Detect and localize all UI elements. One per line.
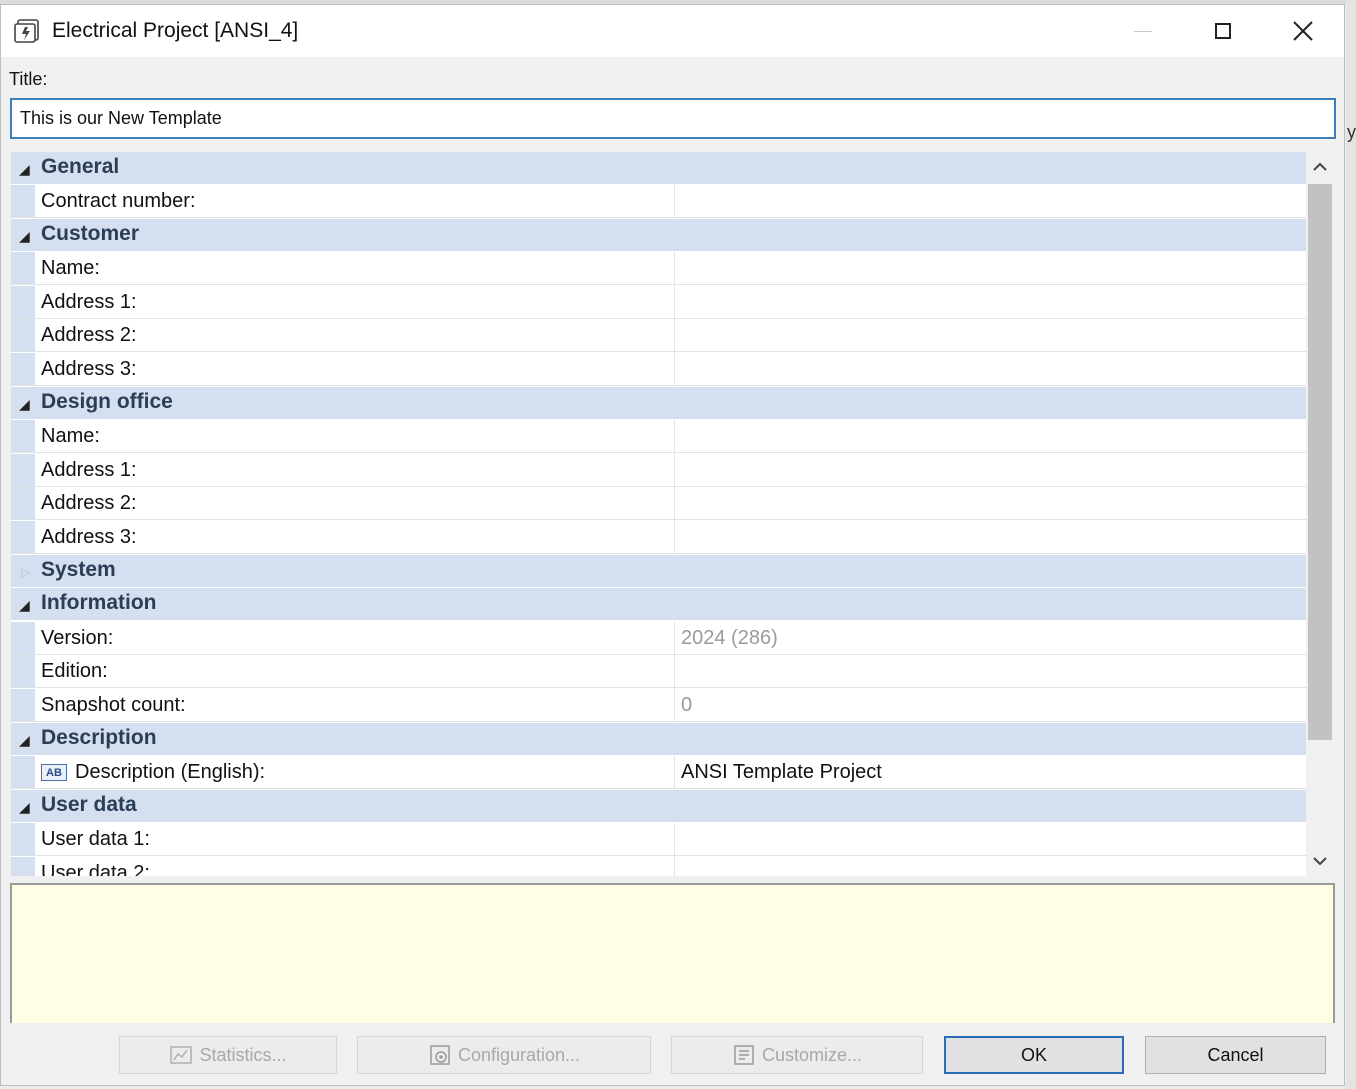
electrical-project-dialog: Electrical Project [ANSI_4] Title: ◢ Gen…	[0, 4, 1345, 1086]
expand-arrow-icon[interactable]: ◢	[19, 161, 30, 178]
property-value: 2024 (286)	[681, 627, 778, 649]
cancel-button[interactable]: Cancel	[1145, 1036, 1326, 1074]
chevron-up-icon	[1313, 162, 1327, 171]
property-name: Description (English):	[75, 761, 266, 783]
scrollbar-thumb[interactable]	[1308, 184, 1332, 740]
property-value[interactable]	[675, 454, 1306, 486]
window-title: Electrical Project [ANSI_4]	[52, 19, 299, 42]
category-general[interactable]: ◢ General	[11, 152, 1306, 185]
property-row-snapshot-count[interactable]: Snapshot count: 0	[11, 689, 1306, 722]
expand-arrow-icon[interactable]: ◢	[19, 396, 30, 413]
property-row-user-data-2[interactable]: User data 2:	[11, 857, 1306, 876]
property-value[interactable]	[675, 185, 1306, 217]
property-name: Address 3:	[41, 353, 675, 385]
category-design-office[interactable]: ◢ Design office	[11, 387, 1306, 420]
property-name: Address 2:	[41, 319, 675, 351]
minimize-icon	[1134, 30, 1152, 32]
property-row-user-data-1[interactable]: User data 1:	[11, 823, 1306, 856]
property-row-customer-name[interactable]: Name:	[11, 252, 1306, 285]
property-value[interactable]	[675, 252, 1306, 284]
property-name: Address 2:	[41, 487, 675, 519]
property-row-edition[interactable]: Edition:	[11, 655, 1306, 688]
statistics-button[interactable]: Statistics...	[119, 1036, 337, 1074]
expand-arrow-icon[interactable]: ◢	[19, 228, 30, 245]
property-grid: ◢ General Contract number: ◢ Customer Na…	[11, 152, 1306, 876]
property-name: Address 1:	[41, 286, 675, 318]
property-row-office-address-1[interactable]: Address 1:	[11, 454, 1306, 487]
property-name: Name:	[41, 252, 675, 284]
property-value[interactable]	[675, 286, 1306, 318]
property-value[interactable]	[675, 655, 1306, 687]
property-row-customer-address-1[interactable]: Address 1:	[11, 286, 1306, 319]
property-row-office-name[interactable]: Name:	[11, 420, 1306, 453]
project-icon	[14, 19, 39, 43]
title-label: Title:	[9, 69, 48, 89]
property-row-contract-number[interactable]: Contract number:	[11, 185, 1306, 218]
property-row-customer-address-2[interactable]: Address 2:	[11, 319, 1306, 352]
property-name: User data 2:	[41, 857, 675, 876]
category-description[interactable]: ◢ Description	[11, 723, 1306, 756]
maximize-button[interactable]	[1184, 5, 1262, 57]
expand-arrow-icon[interactable]: ◢	[19, 799, 30, 816]
property-value[interactable]: ANSI Template Project	[675, 756, 1306, 788]
category-user-data[interactable]: ◢ User data	[11, 790, 1306, 823]
minimize-button[interactable]	[1104, 5, 1182, 57]
property-value[interactable]	[675, 857, 1306, 876]
property-value[interactable]	[675, 319, 1306, 351]
expand-arrow-icon[interactable]: ◢	[19, 732, 30, 749]
category-system[interactable]: ▷ System	[11, 555, 1306, 588]
property-row-customer-address-3[interactable]: Address 3:	[11, 353, 1306, 386]
property-value[interactable]	[675, 353, 1306, 385]
collapsed-arrow-icon[interactable]: ▷	[21, 565, 30, 579]
property-description-panel	[10, 883, 1335, 1023]
title-bar[interactable]: Electrical Project [ANSI_4]	[1, 5, 1344, 57]
chevron-down-icon	[1313, 857, 1327, 866]
property-name: Address 1:	[41, 454, 675, 486]
configuration-button[interactable]: Configuration...	[357, 1036, 651, 1074]
property-name: Name:	[41, 420, 675, 452]
property-name: Address 3:	[41, 521, 675, 553]
background-window-edge: y	[1346, 0, 1356, 1089]
property-name: Contract number:	[41, 185, 675, 217]
close-button[interactable]	[1264, 5, 1342, 57]
customize-icon	[734, 1045, 754, 1065]
property-row-office-address-2[interactable]: Address 2:	[11, 487, 1306, 520]
title-input[interactable]	[10, 98, 1336, 139]
expand-arrow-icon[interactable]: ◢	[19, 597, 30, 614]
property-value[interactable]	[675, 487, 1306, 519]
property-row-version[interactable]: Version: 2024 (286)	[11, 622, 1306, 655]
property-row-description-english[interactable]: AB Description (English): ANSI Template P…	[11, 756, 1306, 789]
configuration-icon	[430, 1045, 450, 1065]
property-name: Version:	[41, 622, 675, 654]
property-value[interactable]	[675, 420, 1306, 452]
property-value: 0	[681, 694, 693, 716]
property-name: User data 1:	[41, 823, 675, 855]
close-icon	[1293, 21, 1313, 41]
property-value[interactable]	[675, 521, 1306, 553]
ok-button[interactable]: OK	[944, 1036, 1124, 1074]
property-row-office-address-3[interactable]: Address 3:	[11, 521, 1306, 554]
property-name: Edition:	[41, 655, 675, 687]
vertical-scrollbar[interactable]	[1306, 152, 1334, 876]
multilanguage-text-icon: AB	[41, 764, 67, 782]
category-customer[interactable]: ◢ Customer	[11, 219, 1306, 252]
customize-button[interactable]: Customize...	[671, 1036, 923, 1074]
scroll-down-button[interactable]	[1306, 846, 1334, 876]
property-name: Snapshot count:	[41, 689, 675, 721]
scroll-up-button[interactable]	[1306, 152, 1334, 182]
maximize-icon	[1215, 23, 1231, 39]
property-value[interactable]	[675, 823, 1306, 855]
statistics-icon	[170, 1046, 193, 1064]
category-information[interactable]: ◢ Information	[11, 588, 1306, 621]
